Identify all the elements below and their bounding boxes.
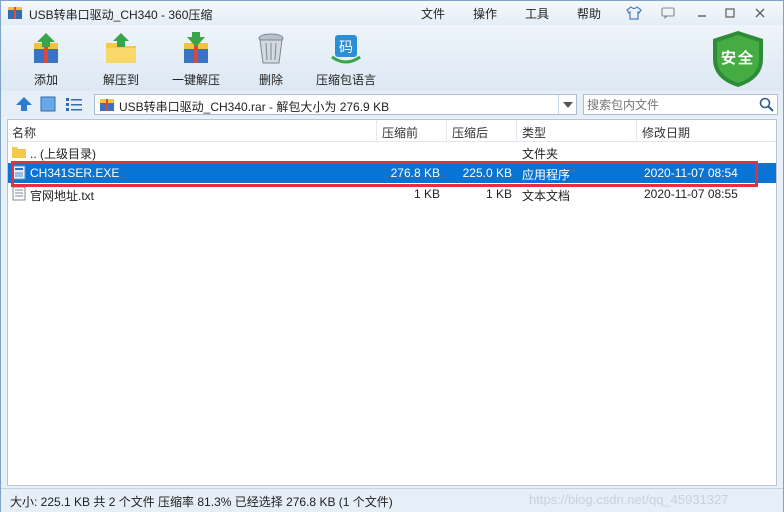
add-button[interactable]: 添加: [25, 31, 67, 89]
chevron-down-icon[interactable]: [558, 95, 576, 114]
title-bar: USB转串口驱动_CH340 - 360压缩 文件 操作 工具 帮助: [1, 1, 783, 25]
security-shield-badge[interactable]: 安全: [709, 29, 767, 89]
one-click-extract-button[interactable]: 一键解压: [169, 31, 223, 89]
security-badge-label: 安全: [720, 50, 755, 67]
address-path: USB转串口驱动_CH340.rar - 解包大小为 276.9 KB: [119, 100, 390, 114]
close-icon[interactable]: [751, 4, 769, 22]
column-divider[interactable]: [376, 120, 377, 141]
row-type: 应用程序: [522, 168, 571, 182]
menu-operation[interactable]: 操作: [473, 5, 497, 22]
row-name: 官网地址.txt: [30, 189, 95, 203]
maximize-icon[interactable]: [721, 4, 739, 22]
add-archive-icon: [34, 33, 58, 63]
delete-button[interactable]: 删除: [253, 31, 289, 89]
archive-app-icon: [8, 7, 22, 19]
delete-label: 删除: [258, 73, 283, 87]
search-box[interactable]: [583, 94, 778, 115]
status-text: 大小: 225.1 KB 共 2 个文件 压缩率 81.3% 已经选择 276.…: [10, 495, 393, 509]
rar-archive-icon: [100, 99, 114, 111]
search-icon[interactable]: [759, 97, 774, 112]
column-divider[interactable]: [516, 120, 517, 141]
menu-file[interactable]: 文件: [421, 5, 445, 22]
search-input[interactable]: [587, 97, 755, 112]
archive-language-icon: 码: [331, 35, 361, 64]
column-date-header[interactable]: 修改日期: [642, 124, 690, 141]
row-date: 2020-11-07 08:55: [644, 187, 738, 201]
one-click-extract-label: 一键解压: [171, 73, 220, 87]
list-view-icon[interactable]: [65, 96, 83, 112]
add-button-label: 添加: [33, 73, 58, 87]
extract-to-icon: [106, 33, 136, 63]
up-arrow-icon[interactable]: [15, 96, 33, 112]
row-date: 2020-11-07 08:54: [644, 166, 738, 180]
column-name-header[interactable]: 名称: [12, 124, 36, 141]
extract-to-label: 解压到: [102, 73, 139, 87]
row-name: CH341SER.EXE: [30, 166, 120, 180]
column-before-header[interactable]: 压缩前: [382, 124, 418, 141]
status-bar: 大小: 225.1 KB 共 2 个文件 压缩率 81.3% 已经选择 276.…: [1, 488, 783, 512]
column-divider[interactable]: [636, 120, 637, 141]
row-size-after: 1 KB: [485, 187, 512, 201]
app-window: USB转串口驱动_CH340 - 360压缩 文件 操作 工具 帮助 添加 解压…: [0, 0, 784, 512]
one-click-extract-icon: [184, 32, 208, 63]
list-item-txt[interactable]: 官网地址.txt 1 KB 1 KB 文本文档 2020-11-07 08:55: [8, 184, 776, 204]
trash-icon: [258, 33, 284, 64]
text-file-icon: [12, 186, 26, 201]
column-divider[interactable]: [446, 120, 447, 141]
folder-icon: [12, 147, 26, 158]
archive-language-label: 压缩包语言: [315, 73, 376, 87]
row-type: 文本文档: [522, 189, 571, 203]
watermark-text: https://blog.csdn.net/qq_45931327: [529, 492, 729, 507]
list-item-parent-dir[interactable]: .. (上级目录) 文件夹: [8, 142, 776, 162]
thumbnail-view-icon[interactable]: [39, 96, 57, 112]
menu-tools[interactable]: 工具: [525, 5, 549, 22]
main-toolbar: 添加 解压到 一键解压 删除 码 压缩包语言: [1, 25, 783, 91]
file-list: 名称 压缩前 压缩后 类型 修改日期 .. (上级目录) 文件夹 CH341SE…: [7, 119, 777, 486]
address-bar[interactable]: USB转串口驱动_CH340.rar - 解包大小为 276.9 KB: [94, 94, 577, 115]
minimize-icon[interactable]: [693, 4, 711, 22]
list-item-selected[interactable]: CH341SER.EXE 276.8 KB 225.0 KB 应用程序 2020…: [8, 163, 776, 183]
archive-language-button[interactable]: 码 压缩包语言: [315, 31, 377, 89]
row-type: 文件夹: [522, 147, 559, 161]
column-type-header[interactable]: 类型: [522, 124, 546, 141]
address-row: USB转串口驱动_CH340.rar - 解包大小为 276.9 KB: [1, 91, 783, 117]
row-size-after: 225.0 KB: [462, 166, 512, 180]
row-name: .. (上级目录): [30, 147, 96, 161]
exe-file-icon: [12, 165, 26, 180]
row-size-before: 1 KB: [413, 187, 440, 201]
window-title: USB转串口驱动_CH340 - 360压缩: [29, 8, 213, 22]
column-after-header[interactable]: 压缩后: [452, 124, 488, 141]
list-header: 名称 压缩前 压缩后 类型 修改日期: [8, 120, 776, 142]
skin-shirt-icon[interactable]: [625, 4, 643, 22]
extract-to-button[interactable]: 解压到: [97, 31, 145, 89]
menu-help[interactable]: 帮助: [577, 5, 601, 22]
svg-text:码: 码: [339, 40, 353, 56]
feedback-icon[interactable]: [659, 4, 677, 22]
row-size-before: 276.8 KB: [390, 166, 440, 180]
